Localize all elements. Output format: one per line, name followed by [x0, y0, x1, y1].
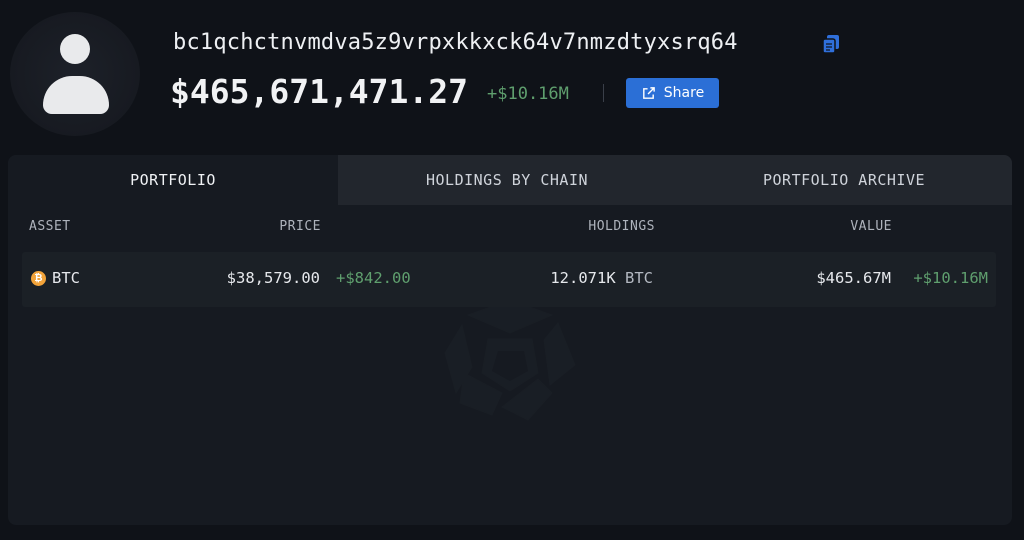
arkham-logo-icon	[444, 299, 576, 421]
tab-portfolio[interactable]: PORTFOLIO	[8, 155, 338, 205]
asset-value: $465.67M	[816, 269, 891, 287]
wallet-page: bc1qchctnvmdva5z9vrpxkkxck64v7nmzdtyxsrq…	[0, 0, 1024, 540]
tab-holdings-by-chain[interactable]: HOLDINGS BY CHAIN	[338, 155, 676, 205]
column-header-holdings[interactable]: HOLDINGS	[588, 219, 655, 234]
price-change: +$842.00	[336, 269, 411, 287]
tab-portfolio-archive[interactable]: PORTFOLIO ARCHIVE	[676, 155, 1012, 205]
column-header-price[interactable]: PRICE	[279, 219, 321, 234]
total-portfolio-value: $465,671,471.27	[170, 72, 469, 111]
copy-icon[interactable]	[822, 34, 840, 54]
total-value-change: +$10.16M	[487, 84, 569, 104]
avatar	[10, 12, 140, 136]
wallet-address: bc1qchctnvmdva5z9vrpxkkxck64v7nmzdtyxsrq…	[173, 30, 738, 55]
value-change: +$10.16M	[913, 269, 988, 287]
column-header-value[interactable]: VALUE	[850, 219, 892, 234]
share-button-label: Share	[663, 85, 705, 101]
user-silhouette-body	[43, 76, 109, 114]
holdings-amount: 12.071K	[550, 269, 616, 287]
external-link-icon	[642, 86, 655, 99]
tab-label: PORTFOLIO ARCHIVE	[762, 171, 926, 189]
portfolio-panel: PORTFOLIO HOLDINGS BY CHAIN PORTFOLIO AR…	[8, 155, 1012, 525]
user-silhouette-icon	[60, 34, 90, 64]
tab-label: PORTFOLIO	[130, 171, 216, 189]
share-button[interactable]: Share	[626, 78, 719, 108]
bitcoin-icon: ₿	[31, 271, 46, 286]
tab-bar: PORTFOLIO HOLDINGS BY CHAIN PORTFOLIO AR…	[8, 155, 1012, 205]
tab-label: HOLDINGS BY CHAIN	[425, 171, 589, 189]
table-row[interactable]: ₿ BTC $38,579.00 +$842.00 12.071K BTC $4…	[22, 252, 996, 307]
asset-holdings: 12.071K BTC	[550, 269, 653, 287]
asset-price: $38,579.00	[226, 269, 320, 287]
holdings-unit: BTC	[625, 269, 653, 287]
column-header-asset[interactable]: ASSET	[29, 219, 71, 234]
header-divider	[603, 84, 604, 102]
asset-symbol[interactable]: BTC	[52, 269, 80, 287]
